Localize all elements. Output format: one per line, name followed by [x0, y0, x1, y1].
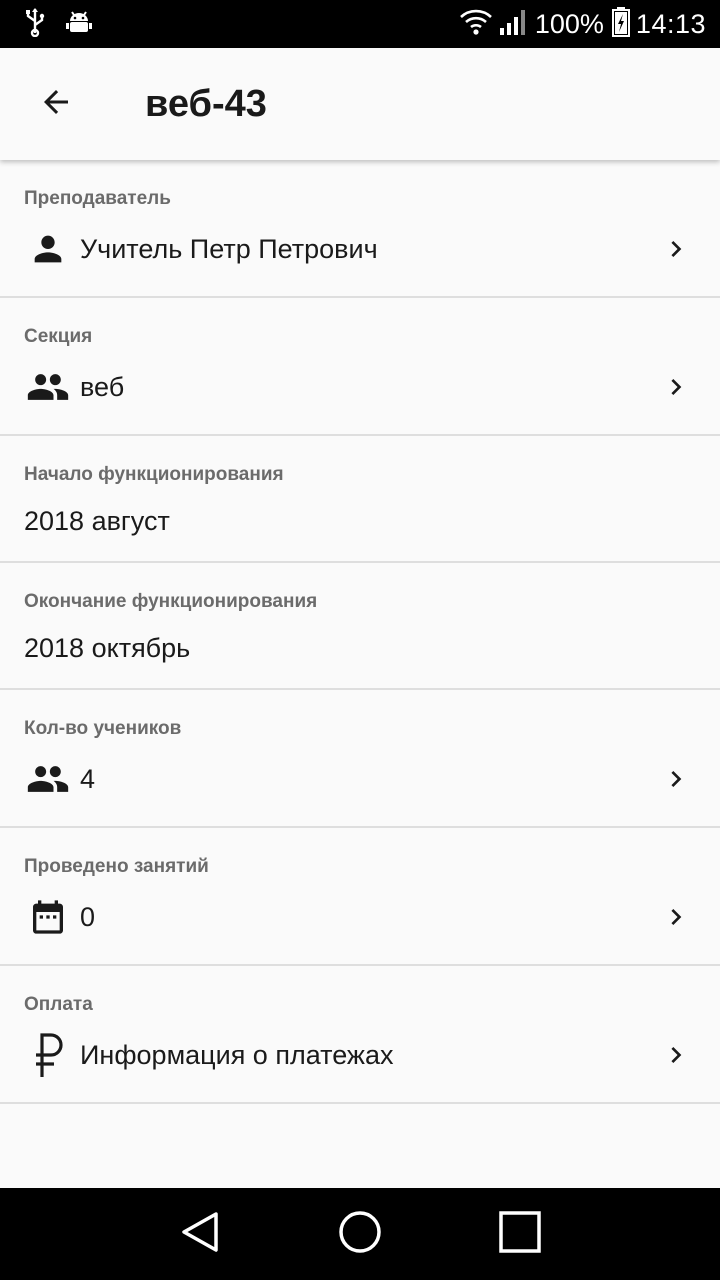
person-icon [24, 225, 72, 273]
group-icon [24, 363, 72, 411]
payment-row[interactable]: Информация о платежах [0, 1027, 720, 1083]
nav-home-button[interactable] [325, 1199, 395, 1269]
section-row[interactable]: веб [0, 359, 720, 415]
battery-percent: 100% [534, 8, 604, 39]
arrow-back-icon [38, 84, 74, 125]
students-section[interactable]: Кол-во учеников 4 [0, 690, 720, 828]
recents-square-icon [498, 1210, 542, 1259]
start-date: 2018 август [24, 505, 170, 536]
lessons-section[interactable]: Проведено занятий 0 [0, 828, 720, 966]
home-circle-icon [338, 1210, 382, 1259]
students-row[interactable]: 4 [0, 751, 720, 807]
teacher-row[interactable]: Учитель Петр Петрович [0, 221, 720, 277]
end-section: Окончание функционирования 2018 октябрь [0, 563, 720, 690]
section-label: Окончание функционирования [24, 591, 318, 612]
chevron-right-icon [660, 233, 692, 265]
payment-section[interactable]: Оплата Информация о платежах [0, 966, 720, 1104]
section-label: Проведено занятий [24, 856, 209, 877]
chevron-right-icon [660, 371, 692, 403]
nav-recents-button[interactable] [485, 1199, 555, 1269]
chevron-right-icon [660, 763, 692, 795]
back-triangle-icon [178, 1210, 222, 1259]
students-count: 4 [80, 763, 96, 794]
cellular-signal-icon [499, 8, 529, 41]
battery-charging-icon [611, 6, 630, 42]
usb-icon [24, 7, 46, 42]
end-row: 2018 октябрь [0, 620, 720, 676]
section-label: Преподаватель [24, 188, 171, 209]
nav-back-button[interactable] [165, 1199, 235, 1269]
lessons-count: 0 [80, 901, 96, 932]
status-bar: 100% 14:13 [0, 0, 720, 48]
calendar-icon [24, 893, 72, 941]
section-label: Кол-во учеников [24, 718, 182, 739]
group-icon [24, 755, 72, 803]
wifi-icon [459, 8, 493, 41]
navigation-bar [0, 1188, 720, 1280]
section-label: Начало функционирования [24, 464, 284, 485]
page-title: веб-43 [145, 82, 267, 125]
group-details: Преподаватель Учитель Петр Петрович Секц… [0, 160, 720, 1104]
start-section: Начало функционирования 2018 август [0, 436, 720, 563]
chevron-right-icon [660, 1039, 692, 1071]
lessons-row[interactable]: 0 [0, 889, 720, 945]
section-label: Оплата [24, 994, 93, 1015]
payment-info: Информация о платежах [80, 1039, 394, 1070]
clock: 14:13 [635, 8, 706, 39]
android-debug-icon [66, 8, 92, 41]
end-date: 2018 октябрь [24, 632, 191, 663]
start-row: 2018 август [0, 493, 720, 549]
teacher-name: Учитель Петр Петрович [80, 233, 378, 264]
section-section[interactable]: Секция веб [0, 298, 720, 436]
chevron-right-icon [660, 901, 692, 933]
section-label: Секция [24, 326, 93, 347]
section-name: веб [80, 371, 125, 402]
app-bar: веб-43 [0, 48, 720, 160]
teacher-section[interactable]: Преподаватель Учитель Петр Петрович [0, 160, 720, 298]
ruble-icon [24, 1031, 72, 1079]
back-button[interactable] [16, 64, 96, 144]
